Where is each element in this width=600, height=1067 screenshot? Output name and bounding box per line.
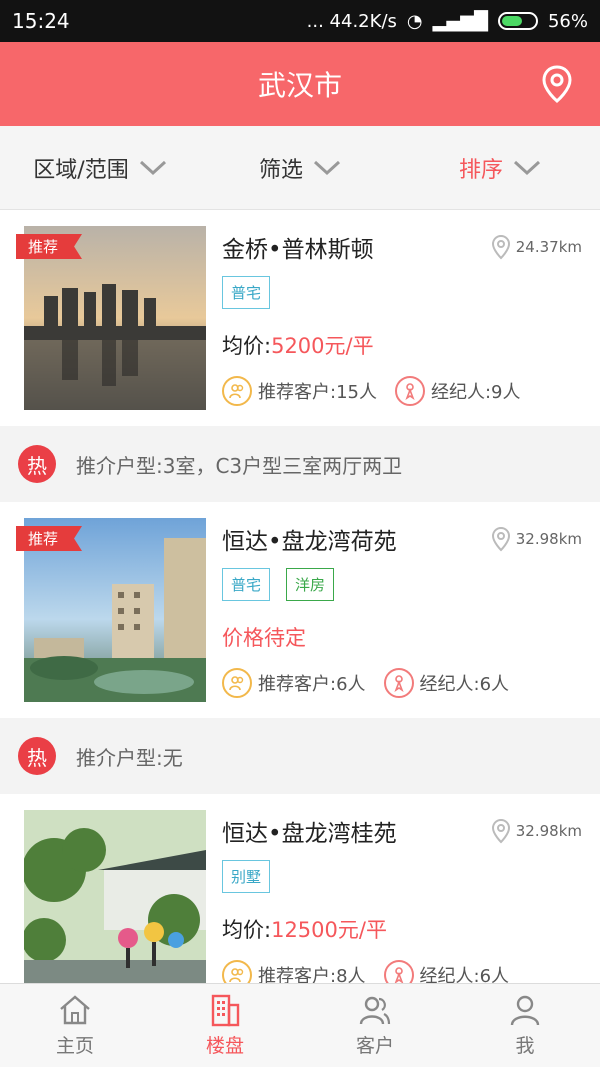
price-value: 5200元/平 bbox=[271, 334, 374, 358]
user-icon bbox=[510, 995, 540, 1026]
agents: 经纪人:6人 bbox=[383, 668, 510, 698]
chevron-down-icon bbox=[513, 160, 541, 175]
distance: 32.98km bbox=[490, 818, 582, 844]
status-bar: 15:24 ... 44.2K/s ◔ ▂▄▆█ 56% bbox=[0, 0, 600, 42]
tab-customers-label: 客户 bbox=[355, 1035, 394, 1057]
listing-meta: 推荐客户:8人 经纪人:6人 bbox=[222, 960, 527, 983]
listing-price: 均价:5200元/平 bbox=[222, 330, 374, 360]
tag: 洋房 bbox=[286, 568, 335, 601]
listing-tags: 普宅 洋房 bbox=[222, 568, 335, 601]
tag: 普宅 bbox=[222, 568, 271, 601]
location-icon bbox=[491, 818, 510, 844]
agent-icon bbox=[394, 376, 425, 406]
hot-recommendation: 热 推介户型:3室，C3户型三室两厅两卫 bbox=[0, 426, 600, 502]
price-prefix: 均价: bbox=[222, 918, 272, 942]
tab-customers[interactable]: 客户 bbox=[300, 984, 450, 1067]
location-icon bbox=[491, 234, 510, 260]
signal-icon: ▂▄▆█ bbox=[432, 10, 488, 32]
map-pin-icon[interactable] bbox=[540, 64, 574, 104]
agents-text: 经纪人:9人 bbox=[430, 382, 521, 403]
distance: 24.37km bbox=[490, 234, 582, 260]
filter-bar: 区域/范围 筛选 排序 bbox=[0, 126, 600, 210]
hot-recommendation: 热 推介户型:无 bbox=[0, 718, 600, 794]
customers-icon bbox=[222, 668, 252, 698]
chevron-down-icon bbox=[139, 160, 166, 175]
listing-list: 推荐 金桥•普林斯顿 24.37km 普宅 均价:5200元/平 推荐客户:15… bbox=[0, 210, 600, 983]
referrals: 推荐客户:8人 bbox=[222, 960, 366, 983]
agents-text: 经纪人:6人 bbox=[419, 966, 510, 983]
customers-icon bbox=[222, 960, 252, 983]
filter-area[interactable]: 区域/范围 bbox=[0, 152, 200, 184]
tab-me-label: 我 bbox=[515, 1035, 535, 1057]
tab-home[interactable]: 主页 bbox=[0, 984, 150, 1067]
listing-tags: 别墅 bbox=[222, 860, 271, 893]
tab-me[interactable]: 我 bbox=[450, 984, 600, 1067]
battery-percent: 56% bbox=[547, 10, 588, 32]
referrals-text: 推荐客户:6人 bbox=[258, 674, 366, 695]
listing-photo bbox=[24, 810, 206, 983]
bottom-tab-bar: 主页 楼盘 客户 我 bbox=[0, 983, 600, 1067]
referrals-text: 推荐客户:15人 bbox=[258, 382, 377, 403]
customers-icon bbox=[359, 996, 391, 1025]
filter-area-label: 区域/范围 bbox=[33, 157, 129, 183]
hot-badge: 热 bbox=[18, 737, 56, 775]
referrals-text: 推荐客户:8人 bbox=[258, 966, 366, 983]
agent-icon bbox=[383, 960, 414, 983]
listing-price: 价格待定 bbox=[222, 626, 306, 650]
hot-badge: 热 bbox=[18, 445, 56, 483]
distance: 32.98km bbox=[490, 526, 582, 552]
status-time: 15:24 bbox=[12, 9, 70, 33]
referrals: 推荐客户:6人 bbox=[222, 668, 366, 698]
app-header: 武汉市 bbox=[0, 42, 600, 126]
agent-icon bbox=[383, 668, 414, 698]
recommend-ribbon: 推荐 bbox=[16, 526, 82, 551]
tab-home-label: 主页 bbox=[55, 1035, 94, 1057]
price-prefix: 均价: bbox=[222, 334, 272, 358]
price-value: 12500元/平 bbox=[271, 918, 387, 942]
chevron-down-icon bbox=[313, 160, 341, 175]
network-speed: ... 44.2K/s bbox=[306, 10, 397, 32]
hot-text: 推介户型:3室，C3户型三室两厅两卫 bbox=[76, 453, 403, 478]
listing-title: 恒达•盘龙湾荷苑 bbox=[222, 529, 397, 555]
listing-title: 恒达•盘龙湾桂苑 bbox=[222, 821, 397, 847]
tab-buildings[interactable]: 楼盘 bbox=[150, 984, 300, 1067]
customers-icon bbox=[222, 376, 252, 406]
listing-price: 均价:12500元/平 bbox=[222, 914, 387, 944]
listing-meta: 推荐客户:6人 经纪人:6人 bbox=[222, 668, 527, 698]
listing-card[interactable]: 恒达•盘龙湾桂苑 32.98km 别墅 均价:12500元/平 推荐客户:8人 … bbox=[0, 794, 600, 983]
referrals: 推荐客户:15人 bbox=[222, 376, 377, 406]
tab-buildings-label: 楼盘 bbox=[205, 1035, 244, 1057]
distance-value: 32.98km bbox=[515, 530, 582, 548]
listing-card[interactable]: 推荐 恒达•盘龙湾荷苑 32.98km 普宅 洋房 价格待定 推荐客户:6人 经… bbox=[0, 502, 600, 718]
listing-tags: 普宅 bbox=[222, 276, 271, 309]
location-icon bbox=[491, 526, 510, 552]
listing-card[interactable]: 推荐 金桥•普林斯顿 24.37km 普宅 均价:5200元/平 推荐客户:15… bbox=[0, 210, 600, 426]
distance-value: 32.98km bbox=[515, 822, 582, 840]
tag: 别墅 bbox=[222, 860, 271, 893]
home-icon bbox=[60, 995, 90, 1025]
city-title[interactable]: 武汉市 bbox=[258, 64, 342, 104]
tag: 普宅 bbox=[222, 276, 271, 309]
filter-screen-label: 筛选 bbox=[258, 157, 303, 183]
status-indicators: ... 44.2K/s ◔ ▂▄▆█ 56% bbox=[307, 11, 588, 32]
filter-sort[interactable]: 排序 bbox=[400, 152, 600, 184]
battery-icon bbox=[497, 12, 538, 30]
filter-screen[interactable]: 筛选 bbox=[200, 152, 400, 184]
wifi-icon: ◔ bbox=[406, 10, 423, 32]
listing-meta: 推荐客户:15人 经纪人:9人 bbox=[222, 376, 539, 406]
distance-value: 24.37km bbox=[515, 238, 582, 256]
building-icon bbox=[211, 994, 240, 1027]
hot-text: 推介户型:无 bbox=[76, 745, 183, 770]
agents: 经纪人:9人 bbox=[394, 376, 521, 406]
agents: 经纪人:6人 bbox=[383, 960, 510, 983]
listing-title: 金桥•普林斯顿 bbox=[222, 237, 374, 263]
agents-text: 经纪人:6人 bbox=[419, 674, 510, 695]
filter-sort-label: 排序 bbox=[458, 157, 503, 183]
recommend-ribbon: 推荐 bbox=[16, 234, 82, 259]
